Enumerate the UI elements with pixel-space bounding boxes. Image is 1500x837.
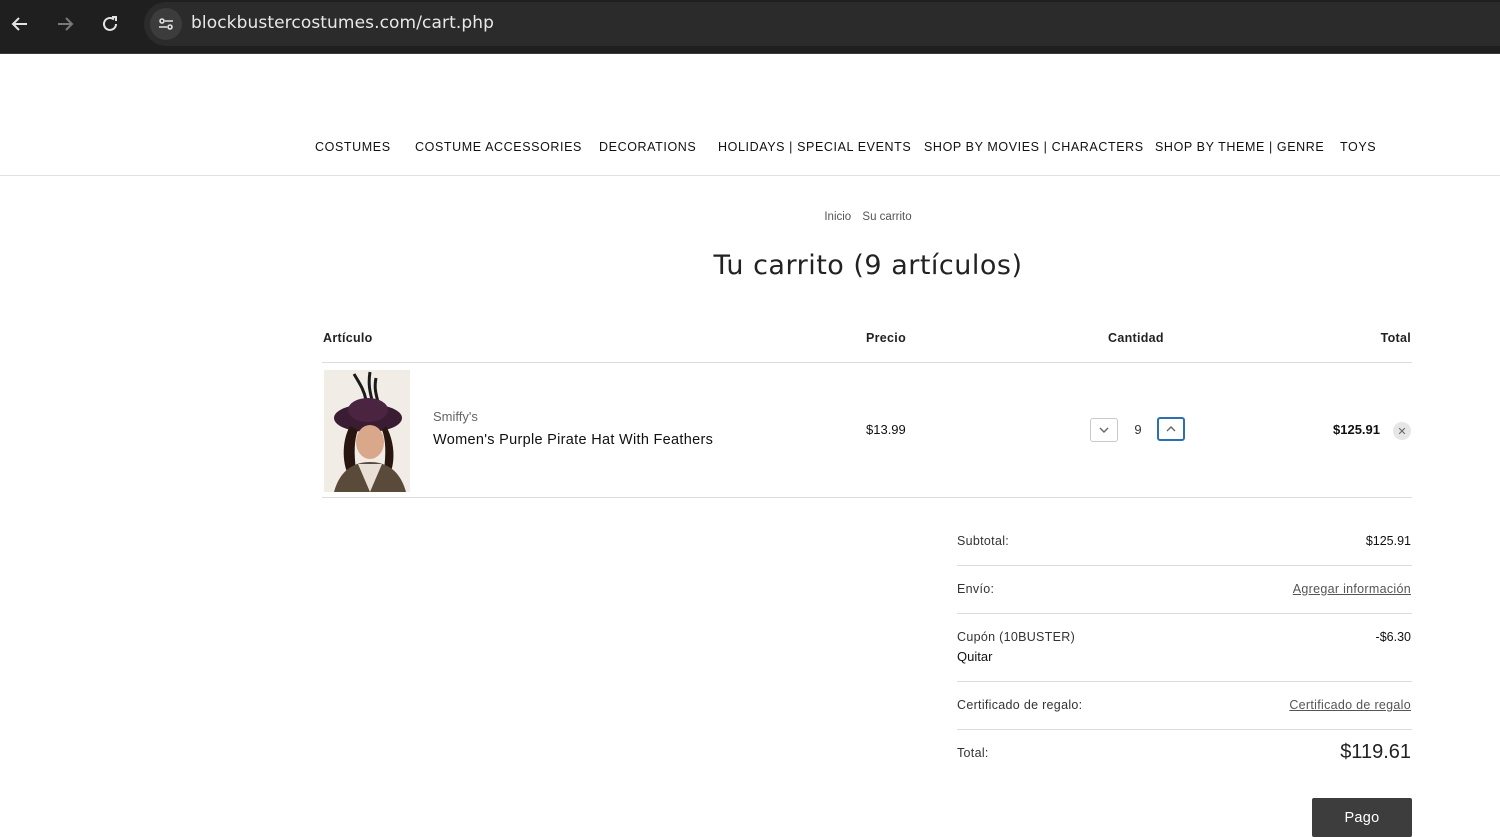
reload-button[interactable] — [97, 11, 123, 37]
gift-certificate-link[interactable]: Certificado de regalo — [1289, 698, 1411, 712]
divider — [322, 497, 1412, 498]
subtotal-value: $125.91 — [1365, 534, 1411, 548]
product-brand: Smiffy's — [433, 409, 478, 424]
pirate-hat-image — [324, 370, 410, 492]
nav-item-toys[interactable]: TOYS — [1340, 140, 1376, 154]
column-header-quantity: Cantidad — [1108, 331, 1164, 345]
divider — [322, 362, 1412, 363]
add-shipping-info-link[interactable]: Agregar información — [1293, 582, 1411, 596]
divider — [957, 681, 1412, 682]
divider — [957, 729, 1412, 730]
product-name-link[interactable]: Women's Purple Pirate Hat With Feathers — [433, 432, 713, 448]
coupon-value: -$6.30 — [1375, 630, 1411, 644]
divider — [957, 613, 1412, 614]
grand-total-label: Total: — [957, 746, 989, 760]
arrow-left-icon — [11, 17, 27, 31]
close-icon: ✕ — [1397, 424, 1407, 438]
nav-item-holidays[interactable]: HOLIDAYS | SPECIAL EVENTS — [718, 140, 911, 154]
checkout-button[interactable]: Pago — [1312, 798, 1412, 837]
grand-total-value: $119.61 — [1340, 741, 1411, 763]
reload-icon — [103, 16, 117, 31]
column-header-total: Total — [1380, 331, 1411, 345]
main-navigation: COSTUMES COSTUME ACCESSORIES DECORATIONS… — [0, 54, 1500, 176]
site-info-button[interactable] — [150, 8, 182, 40]
coupon-label: Cupón (10BUSTER) — [957, 630, 1076, 644]
quantity-value[interactable]: 9 — [1130, 422, 1146, 437]
divider — [957, 565, 1412, 566]
shipping-label: Envío: — [957, 582, 995, 596]
chevron-down-icon — [1099, 427, 1109, 433]
quantity-decrease-button[interactable] — [1090, 418, 1118, 442]
url-text[interactable]: blockbustercostumes.com/cart.php — [191, 13, 494, 33]
nav-item-shop-by-theme[interactable]: SHOP BY THEME | GENRE — [1155, 140, 1324, 154]
gift-certificate-label: Certificado de regalo: — [957, 698, 1083, 712]
product-image[interactable] — [324, 370, 410, 492]
breadcrumb: Inicio Su carrito — [0, 211, 1500, 223]
nav-item-decorations[interactable]: DECORATIONS — [599, 140, 696, 154]
arrow-right-icon — [58, 17, 74, 31]
breadcrumb-home[interactable]: Inicio — [824, 211, 851, 223]
nav-item-costumes[interactable]: COSTUMES — [315, 140, 391, 154]
quantity-increase-button[interactable] — [1157, 417, 1185, 441]
product-price: $13.99 — [866, 422, 906, 437]
chevron-up-icon — [1166, 426, 1176, 432]
nav-item-shop-by-movies[interactable]: SHOP BY MOVIES | CHARACTERS — [924, 140, 1144, 154]
line-total: $125.91 — [1333, 422, 1380, 437]
back-button[interactable] — [7, 11, 33, 37]
subtotal-label: Subtotal: — [957, 534, 1010, 548]
nav-item-costume-accessories[interactable]: COSTUME ACCESSORIES — [415, 140, 582, 154]
breadcrumb-current: Su carrito — [862, 211, 912, 223]
browser-toolbar: blockbustercostumes.com/cart.php — [0, 0, 1500, 54]
page-title: Tu carrito (9 artículos) — [713, 250, 1023, 281]
column-header-price: Precio — [866, 331, 907, 345]
column-header-item: Artículo — [323, 331, 373, 345]
tune-icon — [159, 18, 173, 30]
remove-item-button[interactable]: ✕ — [1393, 422, 1411, 440]
remove-coupon-link[interactable]: Quitar — [957, 649, 992, 664]
forward-button[interactable] — [52, 11, 78, 37]
address-bar[interactable]: blockbustercostumes.com/cart.php — [144, 2, 1500, 46]
